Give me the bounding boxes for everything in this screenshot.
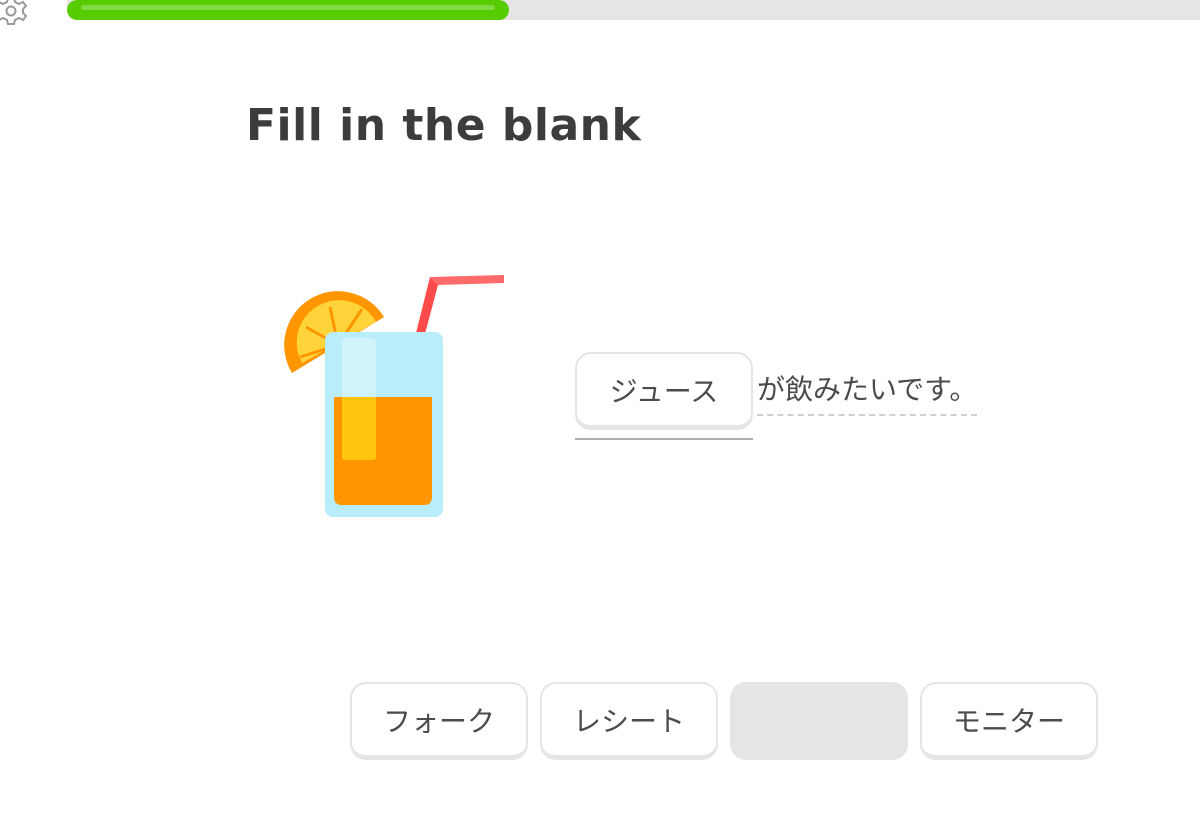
juice-glass-icon xyxy=(284,275,504,517)
progress-bar xyxy=(67,0,1200,20)
challenge-title: Fill in the blank xyxy=(246,100,642,151)
progress-fill xyxy=(67,0,509,20)
word-bank-chip[interactable]: フォーク xyxy=(350,682,528,760)
blank-underline xyxy=(575,438,753,440)
answer-blank[interactable]: ジュース xyxy=(575,352,753,440)
word-bank-chip[interactable]: モニター xyxy=(920,682,1098,760)
word-bank-chip[interactable]: レシート xyxy=(540,682,718,760)
gear-icon[interactable] xyxy=(0,0,30,30)
sentence-text: が飲みたいです。 xyxy=(757,370,978,416)
lesson-page: Fill in the blank ジュース が飲みたいです。 フォーク レシート… xyxy=(0,0,1200,818)
word-bank-placeholder xyxy=(730,682,908,760)
answer-chip[interactable]: ジュース xyxy=(575,352,753,430)
word-bank: フォーク レシート モニター xyxy=(350,682,1100,762)
